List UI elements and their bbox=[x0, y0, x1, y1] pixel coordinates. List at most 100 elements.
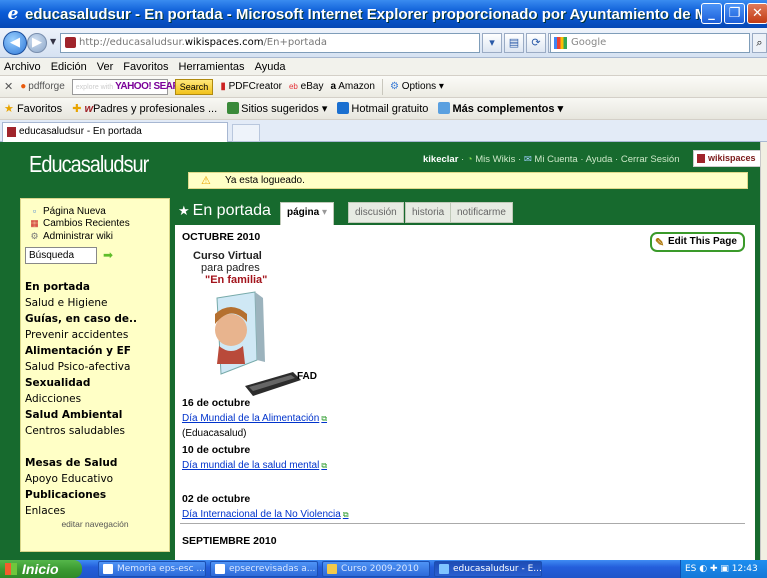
username-link[interactable]: kikeclar bbox=[423, 154, 458, 165]
ebay-icon: eb bbox=[288, 82, 298, 91]
favorite-star-icon[interactable]: ★ bbox=[178, 203, 190, 218]
nav-en-portada[interactable]: En portada bbox=[25, 281, 90, 294]
fav-complementos-label: Más complementos bbox=[452, 103, 555, 115]
cambios-recientes-link[interactable]: ▦ Cambios Recientes bbox=[29, 217, 130, 231]
administrar-link[interactable]: ⚙ Administrar wiki bbox=[29, 230, 113, 244]
pdfcreator-button[interactable]: ▮ PDFCreator bbox=[220, 81, 282, 92]
wikispaces-logo[interactable]: wikispaces bbox=[693, 150, 760, 167]
tab-pagina[interactable]: página ▾ bbox=[280, 202, 335, 225]
date-heading: 10 de octubre bbox=[182, 444, 251, 456]
menu-herramientas[interactable]: Herramientas bbox=[179, 61, 245, 73]
history-dropdown-icon[interactable]: ▼ bbox=[50, 37, 56, 46]
nav-enlaces[interactable]: Enlaces bbox=[25, 505, 65, 518]
search-go-icon[interactable]: ⌕ bbox=[752, 33, 767, 53]
course-flyer-image[interactable]: Curso Virtual para padres "En familia" bbox=[185, 250, 355, 400]
forward-button[interactable]: ▶ bbox=[27, 33, 47, 53]
gear-icon: ⚙ bbox=[389, 81, 399, 92]
nav-sexualidad[interactable]: Sexualidad bbox=[25, 377, 90, 390]
edit-page-button[interactable]: ✎ Edit This Page bbox=[650, 232, 745, 252]
fav-sitios[interactable]: Sitios sugeridos ▾ bbox=[227, 102, 327, 115]
search-input[interactable]: Google bbox=[550, 33, 750, 53]
fav-complementos[interactable]: Más complementos ▾ bbox=[438, 102, 563, 115]
sidebar-search-input[interactable]: Búsqueda bbox=[25, 247, 97, 264]
ebay-button[interactable]: eb eBay bbox=[289, 81, 323, 92]
mi-cuenta-link[interactable]: Mi Cuenta bbox=[534, 154, 577, 165]
toolbar-close-icon[interactable]: ✕ bbox=[4, 80, 13, 93]
taskbar-item-active[interactable]: educasaludsur - E... bbox=[434, 561, 542, 577]
new-tab-button[interactable] bbox=[232, 124, 260, 142]
nav-salud-higiene[interactable]: Salud e Higiene bbox=[25, 297, 107, 310]
mis-wikis-link[interactable]: Mis Wikis bbox=[475, 154, 515, 165]
toolbar-search-button[interactable]: Search bbox=[174, 78, 214, 95]
nav-guias[interactable]: Guías, en caso de.. bbox=[25, 313, 137, 326]
start-button[interactable]: Inicio bbox=[0, 560, 82, 578]
cerrar-sesion-link[interactable]: Cerrar Sesión bbox=[621, 154, 680, 165]
site-logo[interactable]: Educasaludsur bbox=[29, 153, 149, 178]
language-indicator[interactable]: ES bbox=[685, 564, 696, 574]
page-title-text: En portada bbox=[192, 202, 271, 219]
fav-padres[interactable]: ✚ wPadres y profesionales ... bbox=[72, 102, 217, 115]
search-arrow-icon[interactable]: ➡ bbox=[103, 248, 113, 262]
nav-psico-afectiva[interactable]: Salud Psico-afectiva bbox=[25, 361, 130, 374]
menu-ayuda[interactable]: Ayuda bbox=[255, 61, 286, 73]
minimize-button[interactable]: _ bbox=[701, 3, 722, 24]
nav-alimentacion[interactable]: Alimentación y EF bbox=[25, 345, 131, 358]
fav-hotmail-label: Hotmail gratuito bbox=[351, 103, 429, 115]
news-link[interactable]: Día Mundial de la Alimentación ⧉ bbox=[182, 413, 327, 424]
editar-navegacion-link[interactable]: editar navegación bbox=[21, 519, 169, 529]
taskbar-item[interactable]: epsecrevisadas a... bbox=[210, 561, 318, 577]
vertical-scrollbar[interactable] bbox=[760, 142, 767, 560]
star-icon: ★ bbox=[4, 103, 14, 115]
menu-ver[interactable]: Ver bbox=[97, 61, 114, 73]
nav-salud-ambiental[interactable]: Salud Ambiental bbox=[25, 409, 122, 422]
sidebar: ▫ Página Nueva ▦ Cambios Recientes ⚙ Admini… bbox=[20, 198, 170, 552]
window-title-bar[interactable]: e educasaludsur - En portada - Microsoft… bbox=[0, 0, 767, 28]
notice-text: Ya esta logueado. bbox=[225, 175, 305, 186]
nav-publicaciones[interactable]: Publicaciones bbox=[25, 489, 106, 502]
amazon-button[interactable]: a Amazon bbox=[330, 81, 374, 92]
tab-discusion[interactable]: discusión bbox=[348, 202, 404, 223]
options-button[interactable]: ⚙ Options ▾ bbox=[390, 81, 444, 92]
compat-view-icon[interactable]: ▤ bbox=[504, 33, 524, 53]
favorites-label: Favoritos bbox=[16, 103, 63, 115]
mail-icon: ✉ bbox=[523, 154, 532, 165]
close-button[interactable]: ✕ bbox=[747, 3, 767, 24]
tray-icons[interactable]: ◐ ✚ ▣ bbox=[699, 564, 729, 574]
menu-favoritos[interactable]: Favoritos bbox=[123, 61, 168, 73]
nav-adicciones[interactable]: Adicciones bbox=[25, 393, 81, 406]
url-input[interactable]: http://educasaludsur.wikispaces.com/En+p… bbox=[60, 33, 480, 53]
tab-historia[interactable]: historia bbox=[405, 202, 452, 223]
word-doc-icon bbox=[103, 564, 113, 574]
browser-tab[interactable]: educasaludsur - En portada bbox=[2, 122, 228, 142]
system-tray: ES ◐ ✚ ▣ 12:43 bbox=[680, 560, 767, 578]
news-source: (Eduacasalud) bbox=[182, 428, 247, 439]
pdfforge-logo[interactable]: pdfforge bbox=[20, 81, 65, 92]
ayuda-link[interactable]: Ayuda bbox=[586, 154, 613, 165]
favorites-button[interactable]: ★ Favoritos bbox=[4, 102, 62, 115]
nav-prevenir[interactable]: Prevenir accidentes bbox=[25, 329, 128, 342]
menu-archivo[interactable]: Archivo bbox=[4, 61, 41, 73]
yahoo-search-input[interactable]: explore with YAHOO! SEARCH bbox=[71, 78, 193, 95]
nav-mesas-salud[interactable]: Mesas de Salud bbox=[25, 457, 117, 470]
url-dropdown-icon[interactable]: ▾ bbox=[482, 33, 502, 53]
refresh-icon[interactable]: ⟳ bbox=[526, 33, 546, 53]
tab-notificarme[interactable]: notificarme bbox=[450, 202, 513, 223]
nav-centros-saludables[interactable]: Centros saludables bbox=[25, 425, 125, 438]
gear-icon: ⚙ bbox=[30, 231, 39, 241]
user-nav: kikeclar · ◔ Mis Wikis · ✉ Mi Cuenta · A… bbox=[423, 150, 760, 167]
taskbar-item[interactable]: Memoria eps-esc ... bbox=[98, 561, 206, 577]
nav-apoyo-educativo[interactable]: Apoyo Educativo bbox=[25, 473, 113, 486]
page-content: ✎ Edit This Page OCTUBRE 2010 Curso Virtu… bbox=[175, 225, 755, 560]
pdf-icon: ▮ bbox=[220, 81, 226, 92]
cambios-recientes-label: Cambios Recientes bbox=[43, 218, 130, 229]
maximize-button[interactable]: ❐ bbox=[724, 3, 745, 24]
wiki-icon: w bbox=[84, 103, 94, 115]
news-link[interactable]: Día mundial de la salud mental ⧉ bbox=[182, 460, 327, 471]
menu-edicion[interactable]: Edición bbox=[51, 61, 87, 73]
fav-hotmail[interactable]: Hotmail gratuito bbox=[337, 102, 428, 115]
page-title: ★ En portada bbox=[178, 202, 271, 220]
back-button[interactable]: ◀ bbox=[3, 31, 27, 55]
news-link[interactable]: Día Internacional de la No Violencia ⧉ bbox=[182, 509, 349, 520]
taskbar-item[interactable]: Curso 2009-2010 bbox=[322, 561, 430, 577]
tab-favicon-icon bbox=[7, 127, 16, 137]
